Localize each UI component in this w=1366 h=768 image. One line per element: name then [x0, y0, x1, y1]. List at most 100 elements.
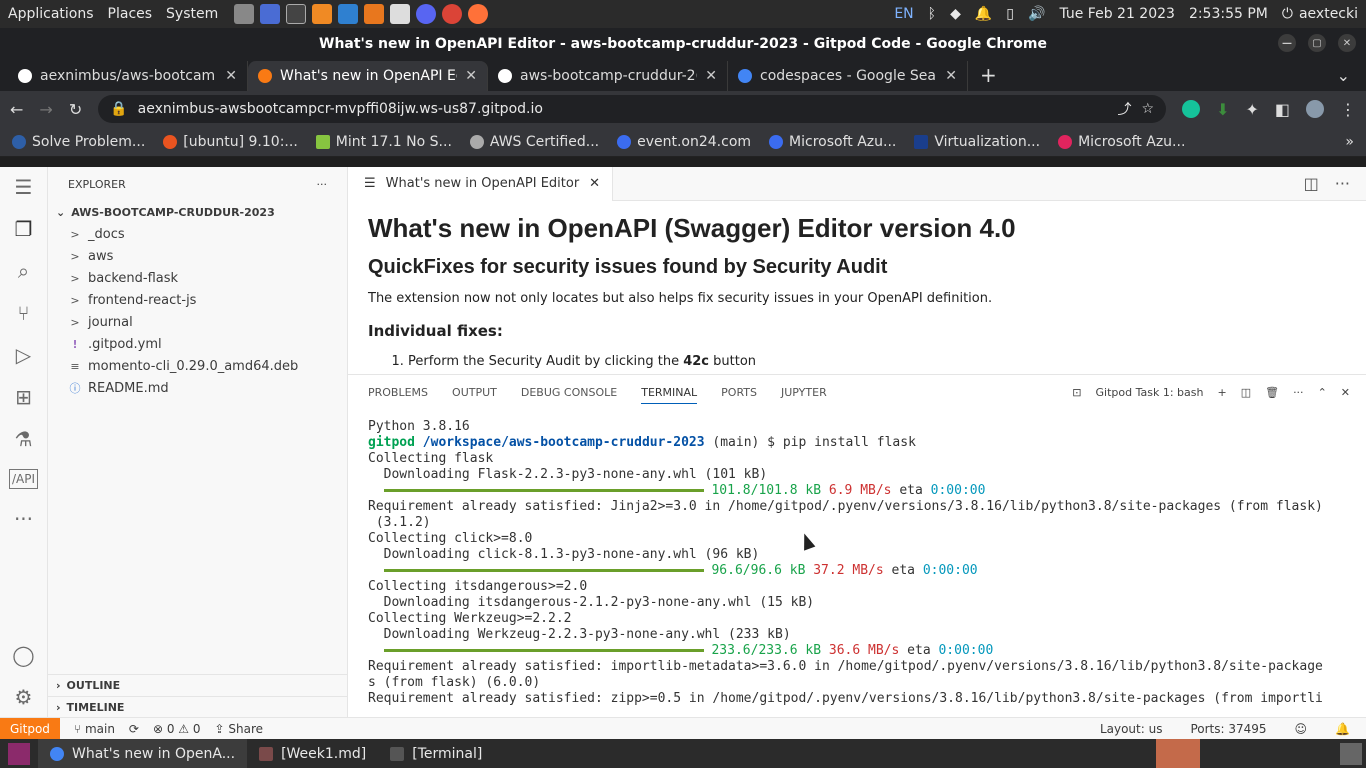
browser-tab-active[interactable]: What's new in OpenAPI Ed ✕ [248, 61, 488, 91]
tree-item-readme[interactable]: ⓘ README.md [48, 377, 347, 399]
tab-ports[interactable]: PORTS [721, 386, 757, 399]
profile-avatar[interactable] [1306, 100, 1324, 118]
bookmark-star-icon[interactable]: ☆ [1142, 101, 1155, 117]
tree-item-docs[interactable]: > _docs [48, 223, 347, 245]
download-icon[interactable]: ⬇ [1216, 100, 1229, 119]
editor-more-icon[interactable]: ··· [1335, 174, 1350, 193]
account-icon[interactable]: ◯ [12, 643, 34, 667]
vlc-icon[interactable] [312, 4, 333, 24]
workspace-switcher[interactable] [1156, 739, 1200, 768]
source-control-icon[interactable]: ⑂ [18, 301, 30, 325]
share-icon[interactable]: ⤴ [1118, 99, 1132, 119]
back-icon[interactable]: ← [10, 100, 23, 119]
close-editor-icon[interactable]: ✕ [589, 176, 600, 191]
date[interactable]: Tue Feb 21 2023 [1059, 6, 1175, 22]
battery-icon[interactable]: ▯ [1006, 6, 1014, 22]
bookmark-item[interactable]: AWS Certified... [469, 134, 599, 150]
maximize-button[interactable]: ▢ [1308, 34, 1326, 52]
screenshot-icon[interactable] [260, 4, 281, 24]
close-tab-icon[interactable]: ✕ [225, 68, 237, 84]
tab-search-icon[interactable]: ⌄ [1337, 66, 1350, 85]
bookmark-item[interactable]: Mint 17.1 No S... [315, 134, 452, 150]
testing-icon[interactable]: ⚗ [15, 427, 33, 451]
taskbar-item-terminal[interactable]: [Terminal] [378, 739, 494, 768]
maximize-panel-icon[interactable]: ⌃ [1318, 386, 1327, 399]
extensions-view-icon[interactable]: ⊞ [15, 385, 32, 409]
explorer-icon[interactable]: ❐ [15, 217, 33, 241]
close-button[interactable]: ✕ [1338, 34, 1356, 52]
terminal-output[interactable]: Python 3.8.16 gitpod /workspace/aws-bootc… [348, 409, 1366, 717]
timeline-section[interactable]: › TIMELINE [48, 696, 347, 718]
more-icon[interactable]: ··· [14, 507, 33, 531]
wifi-icon[interactable]: ◆ [950, 6, 961, 22]
tree-item-frontend-react-js[interactable]: > frontend-react-js [48, 289, 347, 311]
text-editor-icon[interactable] [390, 4, 411, 24]
bookmark-item[interactable]: Virtualization... [914, 134, 1040, 150]
close-tab-icon[interactable]: ✕ [705, 68, 717, 84]
feedback-icon[interactable]: ☺ [1295, 722, 1308, 736]
sidepanel-icon[interactable]: ◧ [1275, 100, 1290, 119]
user-name[interactable]: aextecki [1299, 6, 1358, 22]
notification-icon[interactable]: 🔔 [975, 6, 992, 22]
terminal-icon[interactable] [286, 4, 307, 24]
bookmark-item[interactable]: event.on24.com [617, 134, 751, 150]
clock[interactable]: 2:53:55 PM [1189, 6, 1268, 22]
share-status[interactable]: ⇪ Share [215, 722, 264, 736]
tree-item-gitpod-yml[interactable]: ! .gitpod.yml [48, 333, 347, 355]
bookmark-item[interactable]: Microsoft Azu... [769, 134, 896, 150]
more-bookmarks-icon[interactable]: » [1345, 134, 1354, 150]
branch-status[interactable]: ⑂ main [74, 722, 115, 736]
keyboard-layout[interactable]: EN [894, 6, 913, 22]
bell-icon[interactable]: 🔔 [1335, 722, 1350, 736]
browser-tab[interactable]: aws-bootcamp-cruddur-2( ✕ [488, 61, 728, 91]
applications-menu[interactable]: Applications [8, 6, 94, 22]
show-desktop-icon[interactable] [8, 742, 30, 765]
outline-section[interactable]: › OUTLINE [48, 674, 347, 696]
editor-tab[interactable]: ☰ What's new in OpenAPI Editor ✕ [348, 166, 614, 201]
panel-more-icon[interactable]: ··· [1293, 386, 1304, 399]
chrome-icon[interactable] [442, 4, 463, 24]
split-editor-icon[interactable]: ◫ [1304, 174, 1319, 193]
discord-icon[interactable] [416, 4, 437, 24]
tree-item-momento-deb[interactable]: ≡ momento-cli_0.29.0_amd64.deb [48, 355, 347, 377]
taskbar-item-week1[interactable]: [Week1.md] [247, 739, 378, 768]
tab-problems[interactable]: PROBLEMS [368, 386, 428, 399]
menu-icon[interactable]: ☰ [15, 175, 33, 199]
layout-status[interactable]: Layout: us [1100, 722, 1163, 736]
chrome-menu-icon[interactable]: ⋮ [1340, 100, 1356, 119]
taskbar-item-chrome[interactable]: What's new in OpenA... [38, 739, 248, 768]
tab-debug-console[interactable]: DEBUG CONSOLE [521, 386, 617, 399]
places-menu[interactable]: Places [108, 6, 153, 22]
bookmark-item[interactable]: Microsoft Azu... [1058, 134, 1185, 150]
trash-icon[interactable]: 🗑 [1265, 386, 1279, 399]
volume-icon[interactable]: 🔊 [1028, 6, 1045, 22]
firefox-icon[interactable] [468, 4, 489, 24]
settings-gear-icon[interactable]: ⚙ [15, 685, 33, 709]
search-icon[interactable]: ⌕ [18, 259, 29, 283]
new-terminal-icon[interactable]: + [1217, 386, 1226, 399]
terminal-task-label[interactable]: Gitpod Task 1: bash [1096, 386, 1204, 399]
extensions-icon[interactable]: ✦ [1245, 100, 1258, 119]
tree-item-journal[interactable]: > journal [48, 311, 347, 333]
project-root[interactable]: ⌄ AWS-BOOTCAMP-CRUDDUR-2023 [48, 201, 347, 223]
vscode-icon[interactable] [338, 4, 359, 24]
power-icon[interactable]: ⏻ [1282, 6, 1293, 22]
bluetooth-icon[interactable]: ᛒ [928, 6, 936, 22]
gitpod-status[interactable]: Gitpod [0, 717, 60, 740]
run-debug-icon[interactable]: ▷ [16, 343, 31, 367]
address-bar[interactable]: 🔒 aexnimbus-awsbootcampcr-mvpffi08ijw.ws… [98, 95, 1167, 123]
more-actions-icon[interactable]: ··· [317, 178, 328, 191]
close-panel-icon[interactable]: ✕ [1341, 386, 1350, 399]
close-tab-icon[interactable]: ✕ [945, 68, 957, 84]
sync-icon[interactable]: ⟳ [129, 722, 139, 736]
bookmark-item[interactable]: [ubuntu] 9.10:... [163, 134, 298, 150]
tab-terminal[interactable]: TERMINAL [641, 386, 698, 404]
tab-jupyter[interactable]: JUPYTER [781, 386, 827, 399]
api-icon[interactable]: /API [8, 469, 39, 489]
browser-tab[interactable]: codespaces - Google Searc ✕ [728, 61, 968, 91]
forward-icon[interactable]: → [39, 100, 52, 119]
tab-output[interactable]: OUTPUT [452, 386, 497, 399]
bookmark-item[interactable]: Solve Problem... [12, 134, 145, 150]
problems-status[interactable]: ⊗ 0 ⚠ 0 [153, 722, 201, 736]
grammarly-icon[interactable] [1182, 100, 1201, 118]
